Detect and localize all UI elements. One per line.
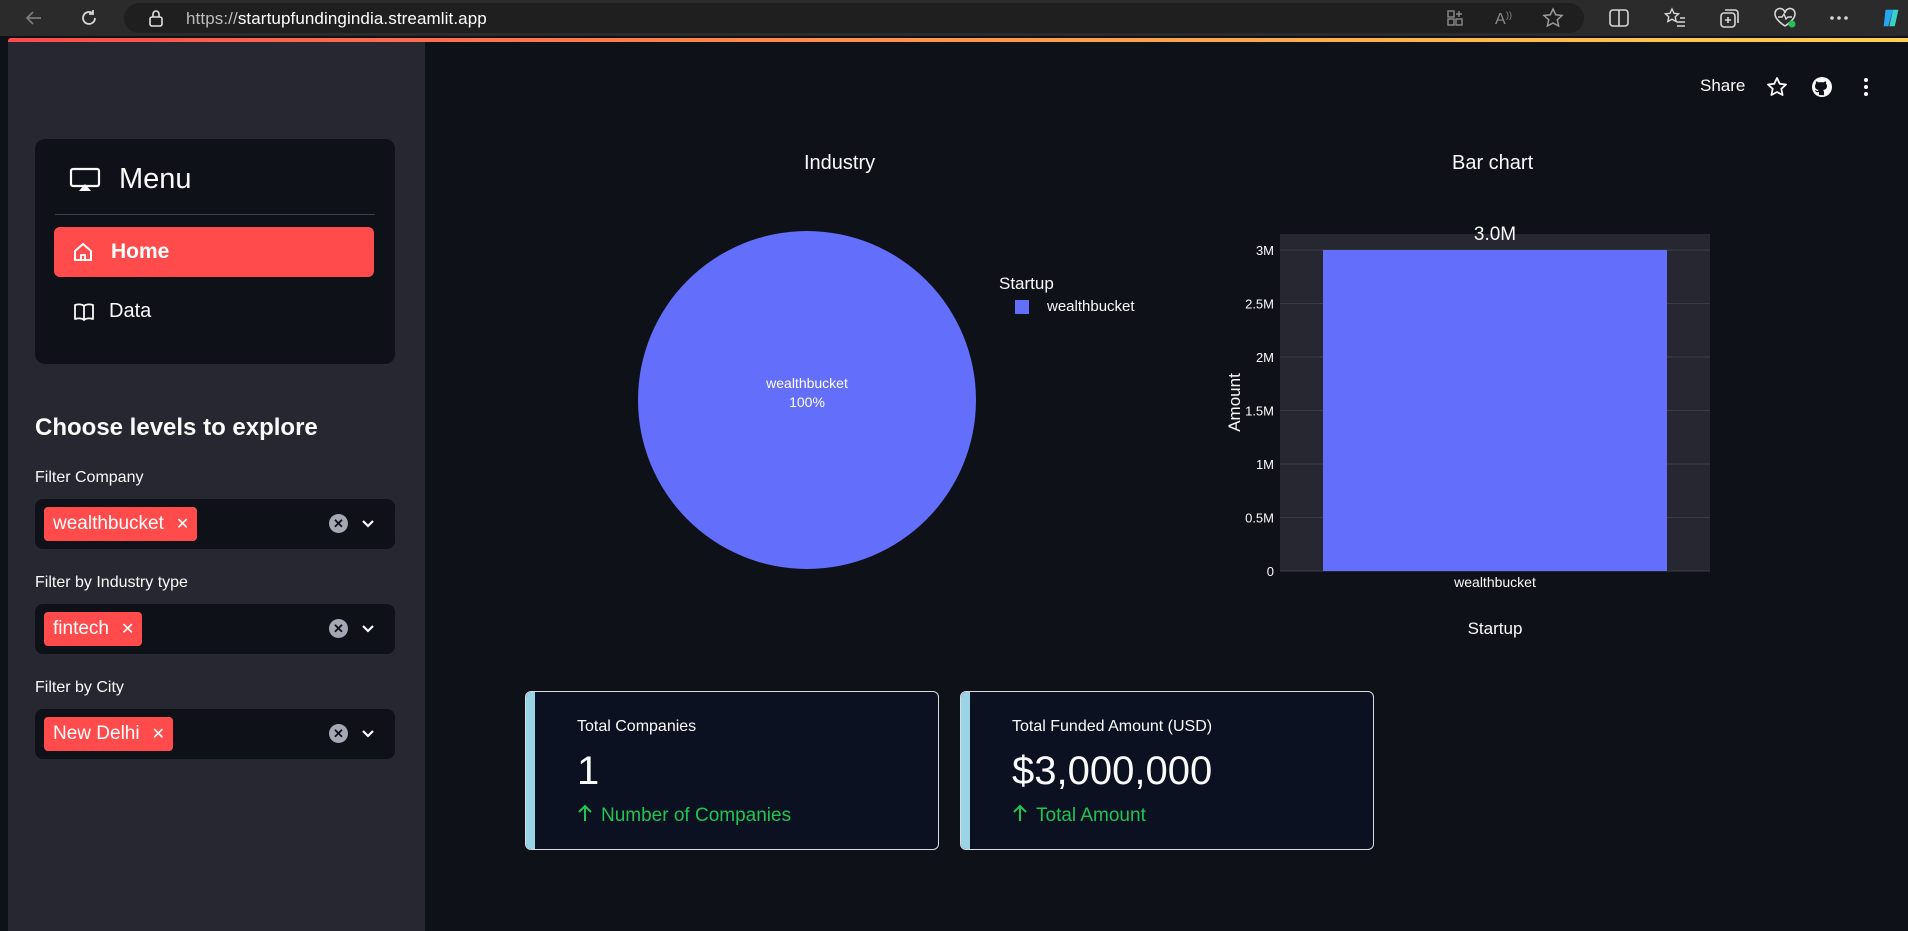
favorite-star-icon[interactable] bbox=[1541, 6, 1565, 30]
svg-text:)): )) bbox=[1506, 10, 1512, 20]
cast-icon bbox=[69, 167, 101, 198]
legend-swatch bbox=[1015, 299, 1029, 314]
remove-chip-icon[interactable]: ✕ bbox=[121, 619, 134, 639]
clear-selection-icon[interactable]: ✕ bbox=[329, 724, 348, 743]
metric-card-total-funded: Total Funded Amount (USD) $3,000,000 Tot… bbox=[960, 691, 1374, 850]
star-icon[interactable] bbox=[1765, 75, 1789, 99]
book-icon bbox=[72, 301, 96, 328]
collections-icon[interactable] bbox=[1718, 6, 1742, 30]
selected-chip[interactable]: wealthbucket ✕ bbox=[44, 507, 198, 541]
bar-chart: 0 0.5M 1M 1.5M 2M 2.5M 3M 3.0M wealthbucket Start… bbox=[1225, 224, 1710, 638]
selected-chip[interactable]: fintech ✕ bbox=[44, 612, 143, 646]
back-arrow-icon[interactable] bbox=[22, 6, 46, 30]
remove-chip-icon[interactable]: ✕ bbox=[176, 514, 189, 534]
share-button[interactable]: Share bbox=[1700, 76, 1745, 96]
y-tick-label: 1.5M bbox=[1245, 404, 1274, 419]
section-title: Choose levels to explore bbox=[35, 414, 318, 441]
more-options-icon[interactable] bbox=[1827, 6, 1851, 30]
metric-accent-bar bbox=[961, 692, 970, 849]
y-tick-label: 0 bbox=[1267, 564, 1274, 579]
menu-card: Menu Home Data bbox=[35, 139, 395, 364]
metric-label: Total Funded Amount (USD) bbox=[1012, 718, 1213, 735]
address-bar[interactable]: https://startupfundingindia.streamlit.ap… bbox=[124, 3, 1584, 33]
kebab-menu-icon[interactable] bbox=[1854, 75, 1878, 99]
main-content: Share Industry wealthbucket 100% Startup… bbox=[425, 42, 1908, 931]
metric-value: 1 bbox=[577, 749, 600, 793]
sidebar: Menu Home Data Choose levels to explore … bbox=[8, 42, 425, 931]
legend-title: Startup bbox=[999, 274, 1054, 293]
metric-value: $3,000,000 bbox=[1012, 749, 1213, 793]
clear-selection-icon[interactable]: ✕ bbox=[329, 514, 348, 533]
pie-slice-label: wealthbucket 100% bbox=[766, 375, 848, 410]
x-tick-label: wealthbucket bbox=[1453, 574, 1536, 590]
x-axis-title: Startup bbox=[1468, 619, 1523, 638]
filter-city-label: Filter by City bbox=[35, 679, 124, 696]
arrow-up-icon bbox=[1012, 804, 1028, 828]
y-tick-label: 1M bbox=[1256, 457, 1274, 472]
menu-item-label: Home bbox=[111, 240, 170, 263]
chevron-down-icon[interactable] bbox=[361, 621, 375, 639]
lock-icon bbox=[148, 9, 164, 32]
browser-toolbar: https://startupfundingindia.streamlit.ap… bbox=[0, 0, 1908, 36]
app-available-icon[interactable] bbox=[1443, 6, 1467, 30]
filter-company-label: Filter Company bbox=[35, 469, 144, 486]
pie-chart: wealthbucket 100% bbox=[638, 231, 976, 569]
bar-data-label: 3.0M bbox=[1474, 224, 1516, 245]
menu-item-home[interactable]: Home bbox=[54, 227, 374, 277]
filter-city-multiselect[interactable]: New Delhi ✕ ✕ bbox=[35, 709, 395, 759]
read-aloud-icon[interactable]: A)) bbox=[1492, 6, 1516, 30]
url-text: https://startupfundingindia.streamlit.ap… bbox=[186, 9, 487, 28]
metric-delta: Number of Companies bbox=[577, 804, 791, 828]
copilot-icon[interactable] bbox=[1880, 6, 1904, 30]
arrow-up-icon bbox=[577, 804, 593, 828]
selected-chip[interactable]: New Delhi ✕ bbox=[44, 717, 173, 751]
menu-title: Menu bbox=[119, 163, 192, 195]
filter-industry-label: Filter by Industry type bbox=[35, 574, 188, 591]
filter-company-multiselect[interactable]: wealthbucket ✕ ✕ bbox=[35, 499, 395, 549]
browser-essentials-icon[interactable] bbox=[1773, 6, 1797, 30]
metric-label: Total Companies bbox=[577, 718, 697, 735]
refresh-icon[interactable] bbox=[77, 6, 101, 30]
y-axis-title: Amount bbox=[1225, 373, 1244, 432]
house-icon bbox=[72, 241, 94, 268]
remove-chip-icon[interactable]: ✕ bbox=[152, 724, 165, 744]
metric-accent-bar bbox=[526, 692, 535, 849]
pie-chart-title: Industry bbox=[804, 152, 876, 174]
bar-chart-title: Bar chart bbox=[1452, 152, 1534, 174]
split-screen-icon[interactable] bbox=[1607, 6, 1631, 30]
favorites-list-icon[interactable] bbox=[1663, 6, 1687, 30]
chevron-down-icon[interactable] bbox=[361, 726, 375, 744]
y-tick-label: 0.5M bbox=[1245, 511, 1274, 526]
bar[interactable] bbox=[1323, 250, 1667, 572]
y-tick-label: 2M bbox=[1256, 350, 1274, 365]
metric-card-total-companies: Total Companies 1 Number of Companies bbox=[525, 691, 939, 850]
menu-divider bbox=[55, 214, 375, 215]
chevron-down-icon[interactable] bbox=[361, 516, 375, 534]
metric-delta: Total Amount bbox=[1012, 804, 1146, 828]
clear-selection-icon[interactable]: ✕ bbox=[329, 619, 348, 638]
menu-item-data[interactable]: Data bbox=[54, 287, 374, 337]
svg-text:A: A bbox=[1495, 11, 1506, 28]
menu-item-label: Data bbox=[109, 300, 152, 322]
y-tick-label: 2.5M bbox=[1245, 297, 1274, 312]
legend-item[interactable]: wealthbucket bbox=[1015, 298, 1135, 315]
y-tick-label: 3M bbox=[1256, 243, 1274, 258]
github-icon[interactable] bbox=[1810, 75, 1834, 99]
filter-industry-multiselect[interactable]: fintech ✕ ✕ bbox=[35, 604, 395, 654]
